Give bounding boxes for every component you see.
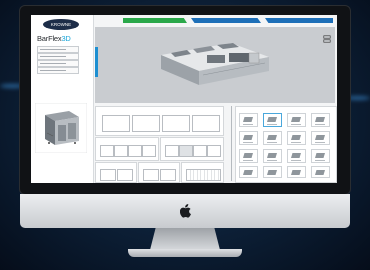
- config-panel-bottom-2: [138, 162, 180, 183]
- component-thumb[interactable]: [263, 131, 282, 145]
- view-controls-icon[interactable]: [323, 35, 331, 43]
- config-slot[interactable]: [192, 115, 220, 132]
- config-slot[interactable]: [100, 169, 116, 181]
- bar-model-3d: [161, 43, 269, 85]
- component-thumb[interactable]: [287, 113, 306, 127]
- config-panel-bottom-3: [181, 162, 224, 183]
- component-thumb[interactable]: [287, 166, 306, 178]
- component-thumb[interactable]: [239, 131, 258, 145]
- viewer-side-tab[interactable]: [95, 47, 98, 77]
- panel-divider: [231, 106, 232, 181]
- config-slot[interactable]: [186, 169, 221, 181]
- config-slot[interactable]: [207, 145, 221, 157]
- component-thumb[interactable]: [287, 131, 306, 145]
- step-tabs: [95, 18, 335, 24]
- component-thumb[interactable]: [311, 149, 330, 163]
- tab-step-1[interactable]: [123, 18, 187, 23]
- monitor-screen: KROWNE BarFlex3D: [31, 15, 337, 183]
- tab-step-3[interactable]: [265, 18, 333, 23]
- component-thumb[interactable]: [263, 166, 282, 178]
- config-option[interactable]: [37, 53, 79, 60]
- config-option[interactable]: [37, 60, 79, 67]
- component-thumb[interactable]: [311, 166, 330, 178]
- component-thumb[interactable]: [287, 149, 306, 163]
- component-thumb[interactable]: [263, 113, 282, 127]
- config-slot[interactable]: [117, 169, 133, 181]
- config-slot[interactable]: [142, 145, 156, 157]
- product-preview-image: [35, 103, 87, 153]
- config-slot[interactable]: [193, 145, 207, 157]
- config-option[interactable]: [37, 67, 79, 74]
- config-slot[interactable]: [143, 169, 159, 181]
- monitor-stand-foot: [128, 249, 242, 257]
- 3d-viewer[interactable]: [95, 27, 335, 103]
- config-slot[interactable]: [160, 169, 176, 181]
- config-panel-mid-left: [95, 137, 159, 161]
- apple-logo-icon: [180, 204, 191, 218]
- config-panel-top: [95, 106, 224, 136]
- component-thumb[interactable]: [263, 149, 282, 163]
- monitor-stand-neck: [150, 228, 220, 250]
- product-title: BarFlex3D: [37, 34, 71, 43]
- config-slot[interactable]: [114, 145, 128, 157]
- component-thumb[interactable]: [311, 113, 330, 127]
- product-suffix: 3D: [61, 34, 71, 43]
- config-slot[interactable]: [179, 145, 193, 157]
- config-slot[interactable]: [165, 145, 179, 157]
- left-sidebar: KROWNE BarFlex3D: [31, 15, 94, 183]
- config-slot[interactable]: [162, 115, 190, 132]
- brand-logo: KROWNE: [43, 19, 79, 30]
- product-name: BarFlex: [37, 34, 62, 43]
- config-slot[interactable]: [132, 115, 160, 132]
- config-panel-mid-right: [160, 137, 224, 161]
- component-thumb[interactable]: [239, 166, 258, 178]
- component-thumb[interactable]: [311, 131, 330, 145]
- component-thumb[interactable]: [239, 149, 258, 163]
- config-panel-bottom-1: [95, 162, 137, 183]
- config-slot[interactable]: [100, 145, 114, 157]
- config-option[interactable]: [37, 46, 79, 53]
- component-thumb[interactable]: [239, 113, 258, 127]
- config-slot[interactable]: [102, 115, 130, 132]
- config-slot[interactable]: [128, 145, 142, 157]
- tab-step-2[interactable]: [191, 18, 261, 23]
- component-library: [235, 106, 337, 183]
